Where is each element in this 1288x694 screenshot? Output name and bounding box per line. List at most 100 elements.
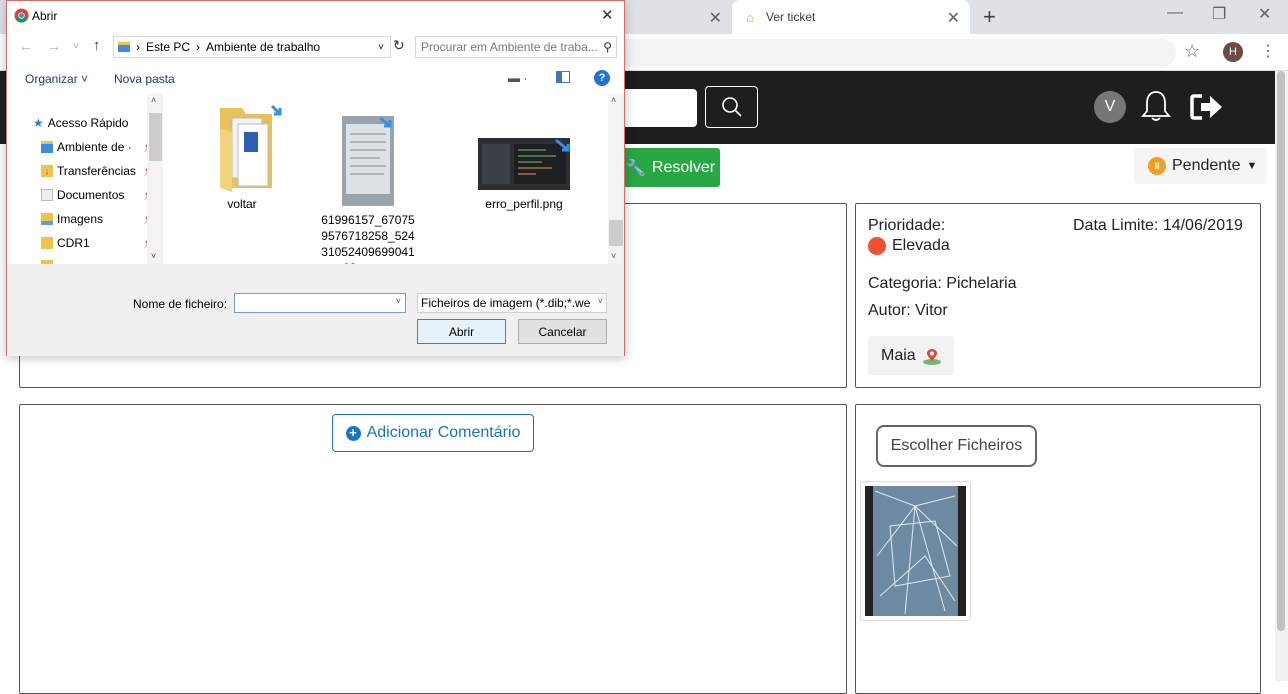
status-dropdown[interactable]: II Pendente ▼	[1134, 148, 1267, 184]
change-view-icon[interactable]: ▬ ·	[508, 71, 538, 85]
user-avatar[interactable]: V	[1094, 91, 1126, 123]
logout-icon[interactable]	[1190, 93, 1224, 126]
broken-glass-image	[865, 486, 966, 616]
dialog-search-input[interactable]: Procurar em Ambiente de traba... ⚲	[415, 36, 617, 58]
scroll-down-icon[interactable]: ˅	[151, 251, 156, 261]
window-close-icon[interactable]: ✕	[1258, 4, 1271, 24]
resolver-label: Resolver	[651, 158, 716, 176]
nav-item-transferencias[interactable]: ↓ Transferências 📌	[41, 164, 155, 178]
chrome-icon	[14, 8, 29, 23]
dialog-title-bar[interactable]	[7, 1, 624, 31]
file-name: erro_perfil.png	[485, 197, 563, 211]
back-arrow-icon[interactable]: ←	[19, 38, 33, 54]
scroll-up-icon[interactable]: ˄	[611, 95, 616, 105]
tab-other[interactable]: ✕	[620, 0, 732, 34]
nav-item-documentos[interactable]: Documentos 📌	[41, 188, 155, 202]
folder-with-docs-icon	[220, 104, 282, 192]
choose-files-button[interactable]: Escolher Ficheiros	[876, 425, 1037, 467]
breadcrumb-este-pc[interactable]: Este PC	[146, 40, 190, 54]
map-pin-icon	[922, 348, 941, 365]
minimize-icon[interactable]: —	[1167, 4, 1183, 22]
nav-item-cdr1[interactable]: CDR1 📌	[41, 236, 155, 250]
resolver-button[interactable]: 🔧 Resolver	[618, 148, 720, 187]
breadcrumb-separator-icon: ›	[196, 40, 201, 54]
download-folder-icon: ↓	[41, 165, 53, 177]
image-file-icon	[478, 138, 570, 190]
bookmark-star-icon[interactable]: ☆	[1184, 41, 1200, 62]
search-button[interactable]	[705, 86, 758, 128]
organize-button[interactable]: Organizar ˅	[25, 72, 88, 86]
dialog-title: Abrir	[32, 9, 58, 23]
category: Categoria: Pichelaria	[868, 275, 1017, 292]
scroll-up-icon[interactable]: ˄	[151, 95, 156, 105]
cancel-button[interactable]: Cancelar	[518, 319, 607, 344]
file-item-erro-perfil[interactable]: erro_perfil.png	[463, 98, 585, 212]
filetype-value: Ficheiros de imagem (*.dib;*.we	[421, 296, 591, 310]
dialog-address-row: ← → ˅ ↑ › Este PC › Ambiente de trabalho…	[7, 33, 624, 61]
page-scrollbar-thumb[interactable]	[1277, 71, 1285, 631]
site-favicon-icon: ⌂	[746, 9, 754, 25]
refresh-icon[interactable]: ↻	[393, 37, 405, 54]
desktop-folder-icon	[41, 141, 53, 153]
tab-title: Ver ticket	[766, 10, 816, 24]
nav-item-imagens[interactable]: Imagens 📌	[41, 212, 155, 226]
files-pane-scrollbar-thumb[interactable]	[609, 220, 623, 246]
chevron-down-icon[interactable]: ˅	[396, 296, 401, 306]
restore-icon[interactable]: ❐	[1212, 4, 1226, 24]
wrench-icon: 🔧	[626, 159, 646, 177]
bell-icon[interactable]	[1140, 89, 1172, 128]
navigation-pane-scrollbar-thumb[interactable]	[149, 113, 162, 161]
folder-icon	[41, 237, 53, 249]
search-icon	[721, 97, 742, 117]
pc-folder-icon	[118, 42, 130, 52]
up-arrow-icon[interactable]: ↑	[93, 37, 101, 54]
chevron-down-icon: ˅	[597, 296, 603, 306]
image-file-icon	[342, 116, 394, 206]
scroll-down-icon[interactable]: ˅	[611, 251, 616, 261]
preview-pane-icon[interactable]	[556, 71, 570, 83]
caret-down-icon: ▼	[1246, 160, 1258, 172]
search-placeholder: Procurar em Ambiente de traba...	[421, 40, 598, 54]
navigation-pane: ★ Acesso Rápido Ambiente de · 📌 ↓ Transf…	[7, 94, 162, 264]
location-chip[interactable]: Maia	[868, 336, 954, 375]
nav-item-ambiente[interactable]: Ambiente de · 📌	[41, 140, 155, 154]
close-tab-icon[interactable]: ✕	[709, 8, 722, 28]
chevron-down-icon[interactable]: ˅	[378, 42, 384, 53]
add-comment-label: Adicionar Comentário	[366, 424, 521, 441]
forward-arrow-icon[interactable]: →	[47, 38, 61, 54]
dialog-toolbar: Organizar ˅ Nova pasta ▬ · ?	[7, 65, 624, 93]
profile-avatar[interactable]: H	[1223, 42, 1243, 62]
open-button[interactable]: Abrir	[417, 319, 506, 344]
tab-ver-ticket[interactable]: ⌂ Ver ticket ✕	[732, 0, 970, 34]
pause-icon: II	[1148, 157, 1166, 175]
search-icon: ⚲	[603, 40, 612, 54]
files-pane: voltar 61996157_67075 9576718258_524 310…	[163, 94, 608, 264]
path-breadcrumb[interactable]: › Este PC › Ambiente de trabalho ˅	[113, 36, 391, 58]
close-tab-icon[interactable]: ✕	[947, 8, 960, 28]
file-item-photo[interactable]: 61996157_67075 9576718258_524 3105240969…	[309, 98, 427, 264]
breadcrumb-ambiente[interactable]: Ambiente de trabalho	[206, 40, 320, 54]
priority-text: Elevada	[892, 237, 950, 254]
deadline: Data Limite: 14/06/2019	[1073, 217, 1243, 234]
filename-input[interactable]: ˅	[234, 293, 406, 313]
new-tab-button[interactable]: +	[983, 4, 996, 30]
new-folder-button[interactable]: Nova pasta	[114, 72, 175, 86]
attachment-thumbnail[interactable]	[860, 481, 971, 621]
close-dialog-icon[interactable]: ✕	[601, 6, 614, 24]
plus-circle-icon: +	[345, 425, 361, 441]
add-comment-button[interactable]: + Adicionar Comentário	[332, 414, 534, 452]
file-item-voltar[interactable]: voltar	[187, 98, 297, 212]
file-name: 61996157_67075 9576718258_524 3105240969…	[321, 213, 415, 264]
pictures-folder-icon	[41, 213, 53, 225]
filetype-select[interactable]: Ficheiros de imagem (*.dib;*.we ˅	[417, 293, 607, 313]
star-icon: ★	[33, 116, 44, 130]
browser-menu-icon[interactable]: ⋮	[1260, 41, 1276, 61]
status-label: Pendente	[1172, 157, 1241, 174]
recent-chevron-icon[interactable]: ˅	[73, 41, 79, 52]
priority-value: Elevada	[868, 237, 950, 255]
file-open-dialog: Abrir ✕ ← → ˅ ↑ › Este PC › Ambiente de …	[6, 0, 625, 356]
priority-dot-icon	[868, 237, 886, 255]
help-icon[interactable]: ?	[594, 70, 610, 86]
nav-item-acesso-rapido[interactable]: ★ Acesso Rápido	[33, 116, 128, 130]
file-name: voltar	[227, 197, 257, 211]
